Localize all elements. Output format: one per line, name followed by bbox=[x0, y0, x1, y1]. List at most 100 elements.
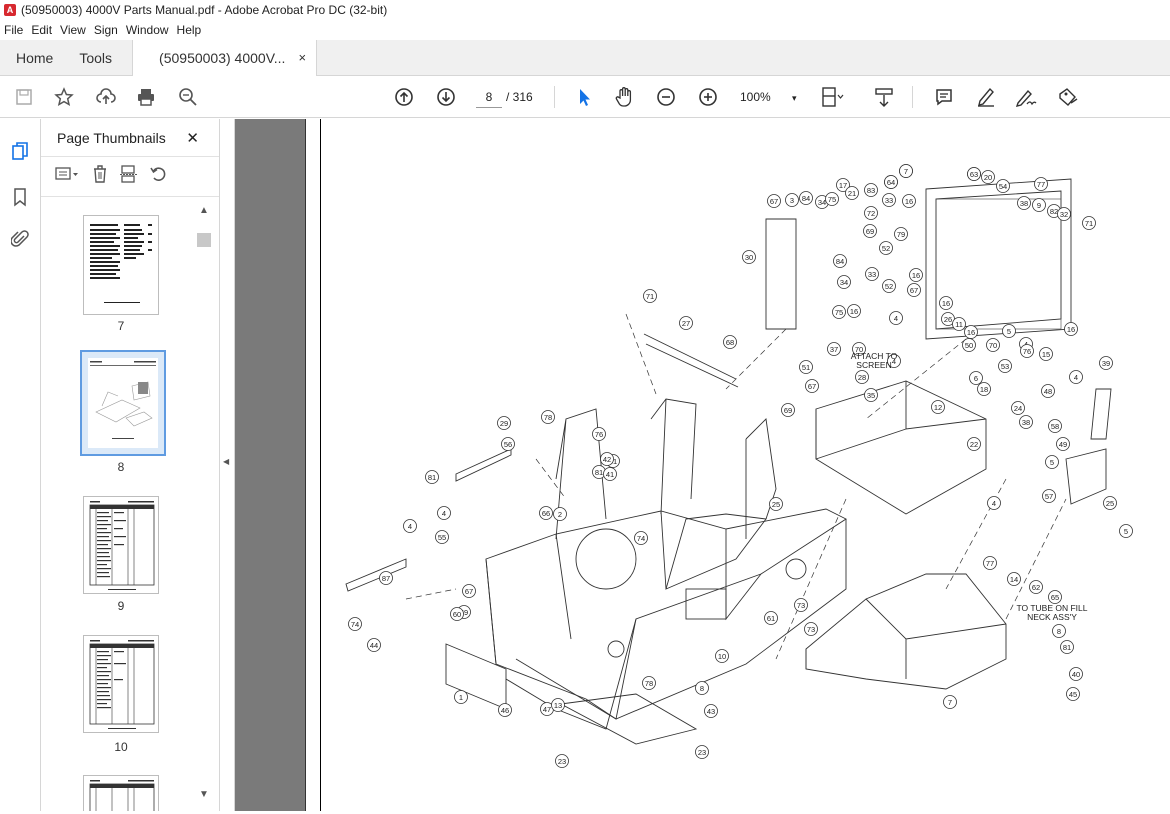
fill-sign-icon[interactable] bbox=[1056, 85, 1080, 109]
svg-text:46: 46 bbox=[501, 706, 509, 715]
page-number-input[interactable]: 8 bbox=[476, 86, 502, 108]
svg-text:23: 23 bbox=[558, 757, 566, 766]
part-callout: 18 bbox=[977, 382, 991, 396]
svg-text:34: 34 bbox=[818, 198, 826, 207]
part-callout: 16 bbox=[1064, 322, 1078, 336]
svg-text:63: 63 bbox=[970, 170, 978, 179]
menu-view[interactable]: View bbox=[60, 23, 86, 37]
part-callout: 44 bbox=[367, 638, 381, 652]
search-icon[interactable] bbox=[176, 85, 200, 109]
part-callout: 4 bbox=[987, 496, 1001, 510]
svg-text:39: 39 bbox=[1102, 359, 1110, 368]
collapse-arrow-icon: ◀ bbox=[223, 457, 230, 466]
page-thumbnail[interactable] bbox=[83, 215, 159, 315]
svg-text:78: 78 bbox=[544, 413, 552, 422]
scroll-up-icon[interactable]: ▲ bbox=[199, 205, 209, 216]
previous-page-icon[interactable] bbox=[392, 85, 416, 109]
svg-text:33: 33 bbox=[885, 196, 893, 205]
part-callout: 34 bbox=[837, 275, 851, 289]
panel-collapse-handle[interactable]: ◀ bbox=[219, 119, 235, 811]
zoom-level-value: 100% bbox=[740, 90, 771, 104]
part-callout: 27 bbox=[679, 316, 693, 330]
part-callout: 55 bbox=[435, 530, 449, 544]
part-callout: 5 bbox=[1119, 524, 1133, 538]
svg-text:64: 64 bbox=[887, 178, 895, 187]
page-thumbnail[interactable] bbox=[83, 635, 159, 733]
svg-text:57: 57 bbox=[1045, 492, 1053, 501]
thumbnail-options-icon[interactable] bbox=[55, 165, 81, 188]
highlight-pen-icon[interactable] bbox=[974, 85, 998, 109]
chevron-down-icon: ▾ bbox=[792, 93, 797, 103]
menu-help[interactable]: Help bbox=[177, 23, 202, 37]
svg-text:12: 12 bbox=[934, 403, 942, 412]
part-callout: 60 bbox=[450, 607, 464, 621]
part-callout: 38 bbox=[1019, 415, 1033, 429]
svg-text:67: 67 bbox=[910, 286, 918, 295]
thumbnails-scrollbar[interactable]: ▲ ▼ bbox=[197, 205, 211, 805]
attachments-icon[interactable] bbox=[10, 229, 30, 249]
bookmarks-icon[interactable] bbox=[10, 187, 30, 207]
zoom-in-icon[interactable] bbox=[696, 85, 720, 109]
menu-edit[interactable]: Edit bbox=[31, 23, 52, 37]
zoom-out-icon[interactable] bbox=[654, 85, 678, 109]
svg-text:40: 40 bbox=[1072, 670, 1080, 679]
hand-tool-icon[interactable] bbox=[612, 85, 636, 109]
comment-icon[interactable] bbox=[932, 85, 956, 109]
svg-text:13: 13 bbox=[554, 701, 562, 710]
tab-tools[interactable]: Tools bbox=[67, 40, 132, 76]
page-thumbnail[interactable] bbox=[83, 496, 159, 594]
menu-file[interactable]: File bbox=[4, 23, 23, 37]
part-callout: 71 bbox=[1082, 216, 1096, 230]
bookmark-star-icon[interactable] bbox=[52, 85, 76, 109]
part-callout: 8 bbox=[695, 681, 709, 695]
part-callout: 4 bbox=[403, 519, 417, 533]
insert-page-icon[interactable] bbox=[119, 164, 139, 189]
page-fit-icon[interactable] bbox=[820, 85, 844, 109]
part-callout: 62 bbox=[1029, 580, 1043, 594]
svg-text:5: 5 bbox=[1124, 527, 1128, 536]
scroll-down-icon[interactable]: ▼ bbox=[199, 789, 209, 800]
part-callout: 16 bbox=[964, 325, 978, 339]
svg-text:84: 84 bbox=[802, 194, 810, 203]
part-callout: 24 bbox=[1011, 401, 1025, 415]
svg-text:79: 79 bbox=[897, 230, 905, 239]
svg-text:52: 52 bbox=[882, 244, 890, 253]
tab-home[interactable]: Home bbox=[0, 40, 67, 76]
svg-text:56: 56 bbox=[504, 440, 512, 449]
zoom-level-dropdown[interactable]: 100% ▾ bbox=[740, 86, 802, 108]
menu-sign[interactable]: Sign bbox=[94, 23, 118, 37]
save-icon[interactable] bbox=[12, 85, 36, 109]
svg-text:11: 11 bbox=[955, 320, 963, 329]
svg-text:21: 21 bbox=[848, 189, 856, 198]
page-thumbnail-selected[interactable] bbox=[80, 350, 166, 456]
menu-window[interactable]: Window bbox=[126, 23, 169, 37]
rotate-page-icon[interactable] bbox=[149, 164, 169, 189]
svg-text:44: 44 bbox=[370, 641, 378, 650]
scrollbar-thumb[interactable] bbox=[197, 233, 211, 247]
delete-page-icon[interactable] bbox=[91, 164, 109, 189]
part-callout: 76 bbox=[1020, 344, 1034, 358]
scroll-mode-icon[interactable] bbox=[872, 85, 896, 109]
svg-text:1: 1 bbox=[459, 693, 463, 702]
upload-cloud-icon[interactable] bbox=[94, 85, 118, 109]
tab-document[interactable]: (50950003) 4000V... × bbox=[132, 40, 318, 76]
part-callout: 75 bbox=[832, 305, 846, 319]
svg-text:48: 48 bbox=[1044, 387, 1052, 396]
part-callout: 5 bbox=[1002, 324, 1016, 338]
part-callout: 74 bbox=[348, 617, 362, 631]
part-callout: 52 bbox=[879, 241, 893, 255]
print-icon[interactable] bbox=[134, 85, 158, 109]
svg-text:73: 73 bbox=[807, 625, 815, 634]
part-callout: 68 bbox=[723, 335, 737, 349]
svg-text:14: 14 bbox=[1010, 575, 1018, 584]
page-thumbnails-icon[interactable] bbox=[10, 141, 30, 161]
page-thumbnail[interactable] bbox=[83, 775, 159, 811]
tab-close-icon[interactable]: × bbox=[298, 40, 306, 76]
select-arrow-icon[interactable] bbox=[572, 85, 596, 109]
part-callout: 58 bbox=[1048, 419, 1062, 433]
close-panel-icon[interactable]: ✕ bbox=[186, 129, 199, 147]
sign-icon[interactable] bbox=[1014, 85, 1038, 109]
part-callout: 11 bbox=[952, 317, 966, 331]
next-page-icon[interactable] bbox=[434, 85, 458, 109]
part-callout: 50 bbox=[962, 338, 976, 352]
